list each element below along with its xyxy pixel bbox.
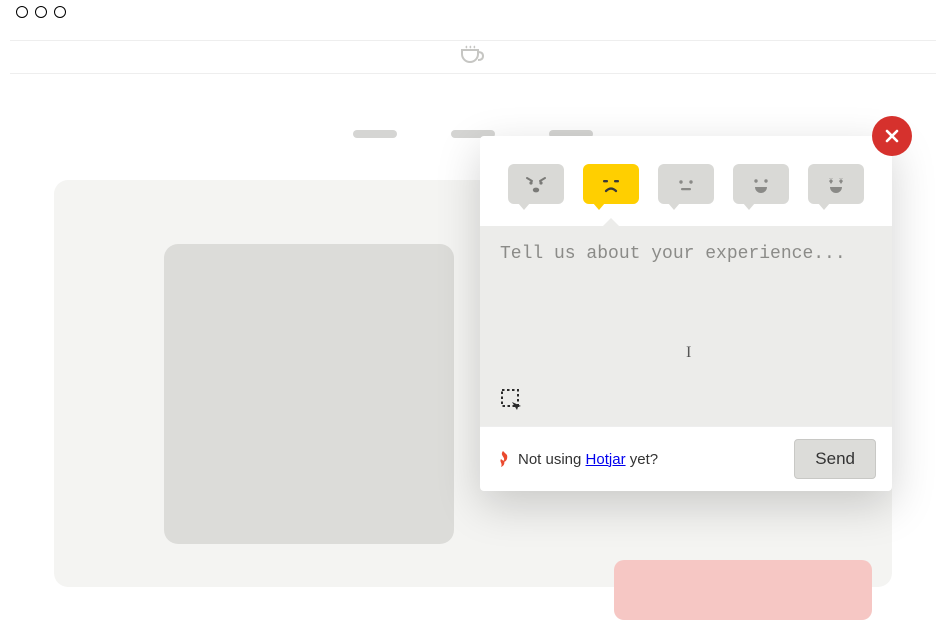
site-logo-cup-icon [443, 40, 503, 74]
sad-face-icon [596, 173, 626, 195]
rating-happy[interactable] [733, 164, 789, 204]
feedback-widget: I Not using Hotjar yet? Send [480, 136, 892, 491]
promo-text: Not using Hotjar yet? [496, 450, 658, 468]
hotjar-flame-icon [496, 450, 510, 468]
rating-sad[interactable] [583, 164, 639, 204]
send-button[interactable]: Send [794, 439, 876, 479]
promo-prefix: Not using [518, 451, 586, 468]
close-button[interactable] [872, 116, 912, 156]
hero-cta-placeholder [614, 560, 872, 620]
widget-footer: Not using Hotjar yet? Send [480, 426, 892, 491]
rating-angry[interactable] [508, 164, 564, 204]
rating-row [480, 136, 892, 226]
site-topbar [10, 40, 936, 74]
nav-item-placeholder [353, 130, 397, 138]
close-icon [884, 128, 900, 144]
neutral-face-icon [671, 173, 701, 195]
happy-face-icon [746, 173, 776, 195]
promo-suffix: yet? [626, 451, 659, 468]
text-cursor-icon: I [686, 344, 691, 362]
window-traffic-lights [16, 6, 66, 18]
angry-face-icon [521, 173, 551, 195]
rating-love[interactable] [808, 164, 864, 204]
promo-link[interactable]: Hotjar [586, 451, 626, 468]
rating-neutral[interactable] [658, 164, 714, 204]
love-face-icon [821, 173, 851, 195]
marquee-cursor-icon [500, 388, 524, 412]
hero-image-placeholder [164, 244, 454, 544]
feedback-textarea-wrap: I [480, 226, 892, 426]
selected-caret-icon [603, 218, 619, 226]
screenshot-select-button[interactable] [500, 388, 524, 412]
traffic-light-zoom[interactable] [54, 6, 66, 18]
traffic-light-minimize[interactable] [35, 6, 47, 18]
traffic-light-close[interactable] [16, 6, 28, 18]
